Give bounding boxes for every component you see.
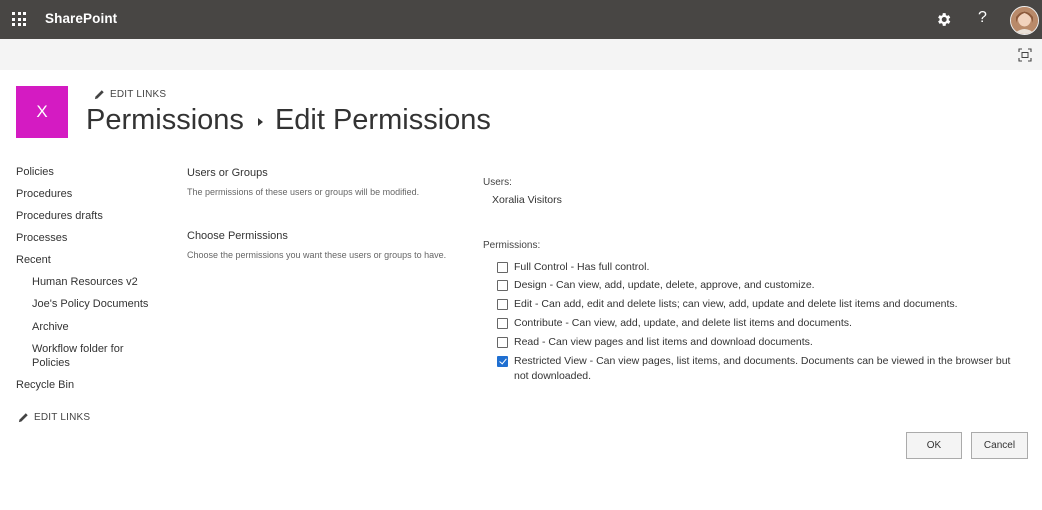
- nav-item-recent[interactable]: Recent: [16, 254, 51, 266]
- site-logo[interactable]: X: [16, 86, 68, 138]
- users-label: Users:: [483, 177, 512, 188]
- permission-checkbox[interactable]: [497, 337, 508, 348]
- permission-option[interactable]: Design - Can view, add, update, delete, …: [497, 278, 1024, 293]
- permission-label: Read - Can view pages and list items and…: [514, 336, 813, 348]
- permission-option[interactable]: Edit - Can add, edit and delete lists; c…: [497, 297, 1024, 312]
- permission-checkbox[interactable]: [497, 299, 508, 310]
- permission-checkbox[interactable]: [497, 318, 508, 329]
- nav-item-workflow-folder[interactable]: Workflow folder for Policies: [32, 342, 152, 370]
- waffle-icon[interactable]: [12, 12, 26, 26]
- breadcrumb-permissions[interactable]: Permissions: [86, 104, 244, 137]
- brand-name[interactable]: SharePoint: [45, 11, 117, 26]
- permission-option[interactable]: Contribute - Can view, add, update, and …: [497, 316, 1024, 331]
- permission-option[interactable]: Restricted View - Can view pages, list i…: [497, 354, 1024, 384]
- section-title-users-groups: Users or Groups: [187, 167, 268, 179]
- users-value: Xoralia Visitors: [492, 194, 562, 206]
- ok-button[interactable]: OK: [906, 432, 962, 459]
- permissions-label: Permissions:: [483, 240, 541, 251]
- nav-item-archive[interactable]: Archive: [32, 321, 69, 333]
- page-title: Permissions Edit Permissions: [86, 104, 491, 137]
- permission-checkbox[interactable]: [497, 262, 508, 273]
- section-desc-users-groups: The permissions of these users or groups…: [187, 187, 420, 197]
- permission-label: Full Control - Has full control.: [514, 261, 650, 273]
- nav-item-recycle-bin[interactable]: Recycle Bin: [16, 379, 74, 391]
- permission-option[interactable]: Read - Can view pages and list items and…: [497, 335, 1024, 350]
- gear-icon[interactable]: [935, 11, 952, 28]
- edit-links-bottom-button[interactable]: EDIT LINKS: [18, 412, 90, 423]
- section-desc-choose-permissions: Choose the permissions you want these us…: [187, 250, 447, 260]
- nav-item-human-resources-v2[interactable]: Human Resources v2: [32, 276, 138, 288]
- edit-links-label: EDIT LINKS: [110, 89, 167, 100]
- permission-label: Contribute - Can view, add, update, and …: [514, 317, 852, 329]
- permission-label: Restricted View - Can view pages, list i…: [514, 355, 1011, 382]
- nav-item-policies[interactable]: Policies: [16, 166, 54, 178]
- edit-links-top-button[interactable]: EDIT LINKS: [94, 89, 166, 100]
- edit-links-label: EDIT LINKS: [34, 412, 91, 423]
- permission-checkbox[interactable]: [497, 356, 508, 367]
- avatar[interactable]: [1010, 6, 1039, 35]
- permission-label: Edit - Can add, edit and delete lists; c…: [514, 298, 958, 310]
- help-icon[interactable]: ?: [978, 9, 987, 27]
- cancel-button[interactable]: Cancel: [971, 432, 1028, 459]
- nav-item-processes[interactable]: Processes: [16, 232, 67, 244]
- nav-item-joes-policy-documents[interactable]: Joe's Policy Documents: [32, 298, 148, 310]
- section-title-choose-permissions: Choose Permissions: [187, 230, 288, 242]
- focus-mode-icon[interactable]: [1018, 48, 1032, 62]
- permission-label: Design - Can view, add, update, delete, …: [514, 279, 815, 291]
- pencil-icon: [18, 413, 28, 423]
- permission-checkbox[interactable]: [497, 280, 508, 291]
- breadcrumb-separator-icon: [257, 117, 263, 126]
- pencil-icon: [94, 90, 104, 100]
- breadcrumb-edit-permissions: Edit Permissions: [274, 104, 491, 136]
- permission-option[interactable]: Full Control - Has full control.: [497, 260, 1024, 275]
- nav-item-procedures[interactable]: Procedures: [16, 188, 72, 200]
- nav-item-procedures-drafts[interactable]: Procedures drafts: [16, 210, 103, 222]
- suite-bar: SharePoint ?: [0, 0, 1042, 39]
- ribbon-bar: [0, 39, 1042, 70]
